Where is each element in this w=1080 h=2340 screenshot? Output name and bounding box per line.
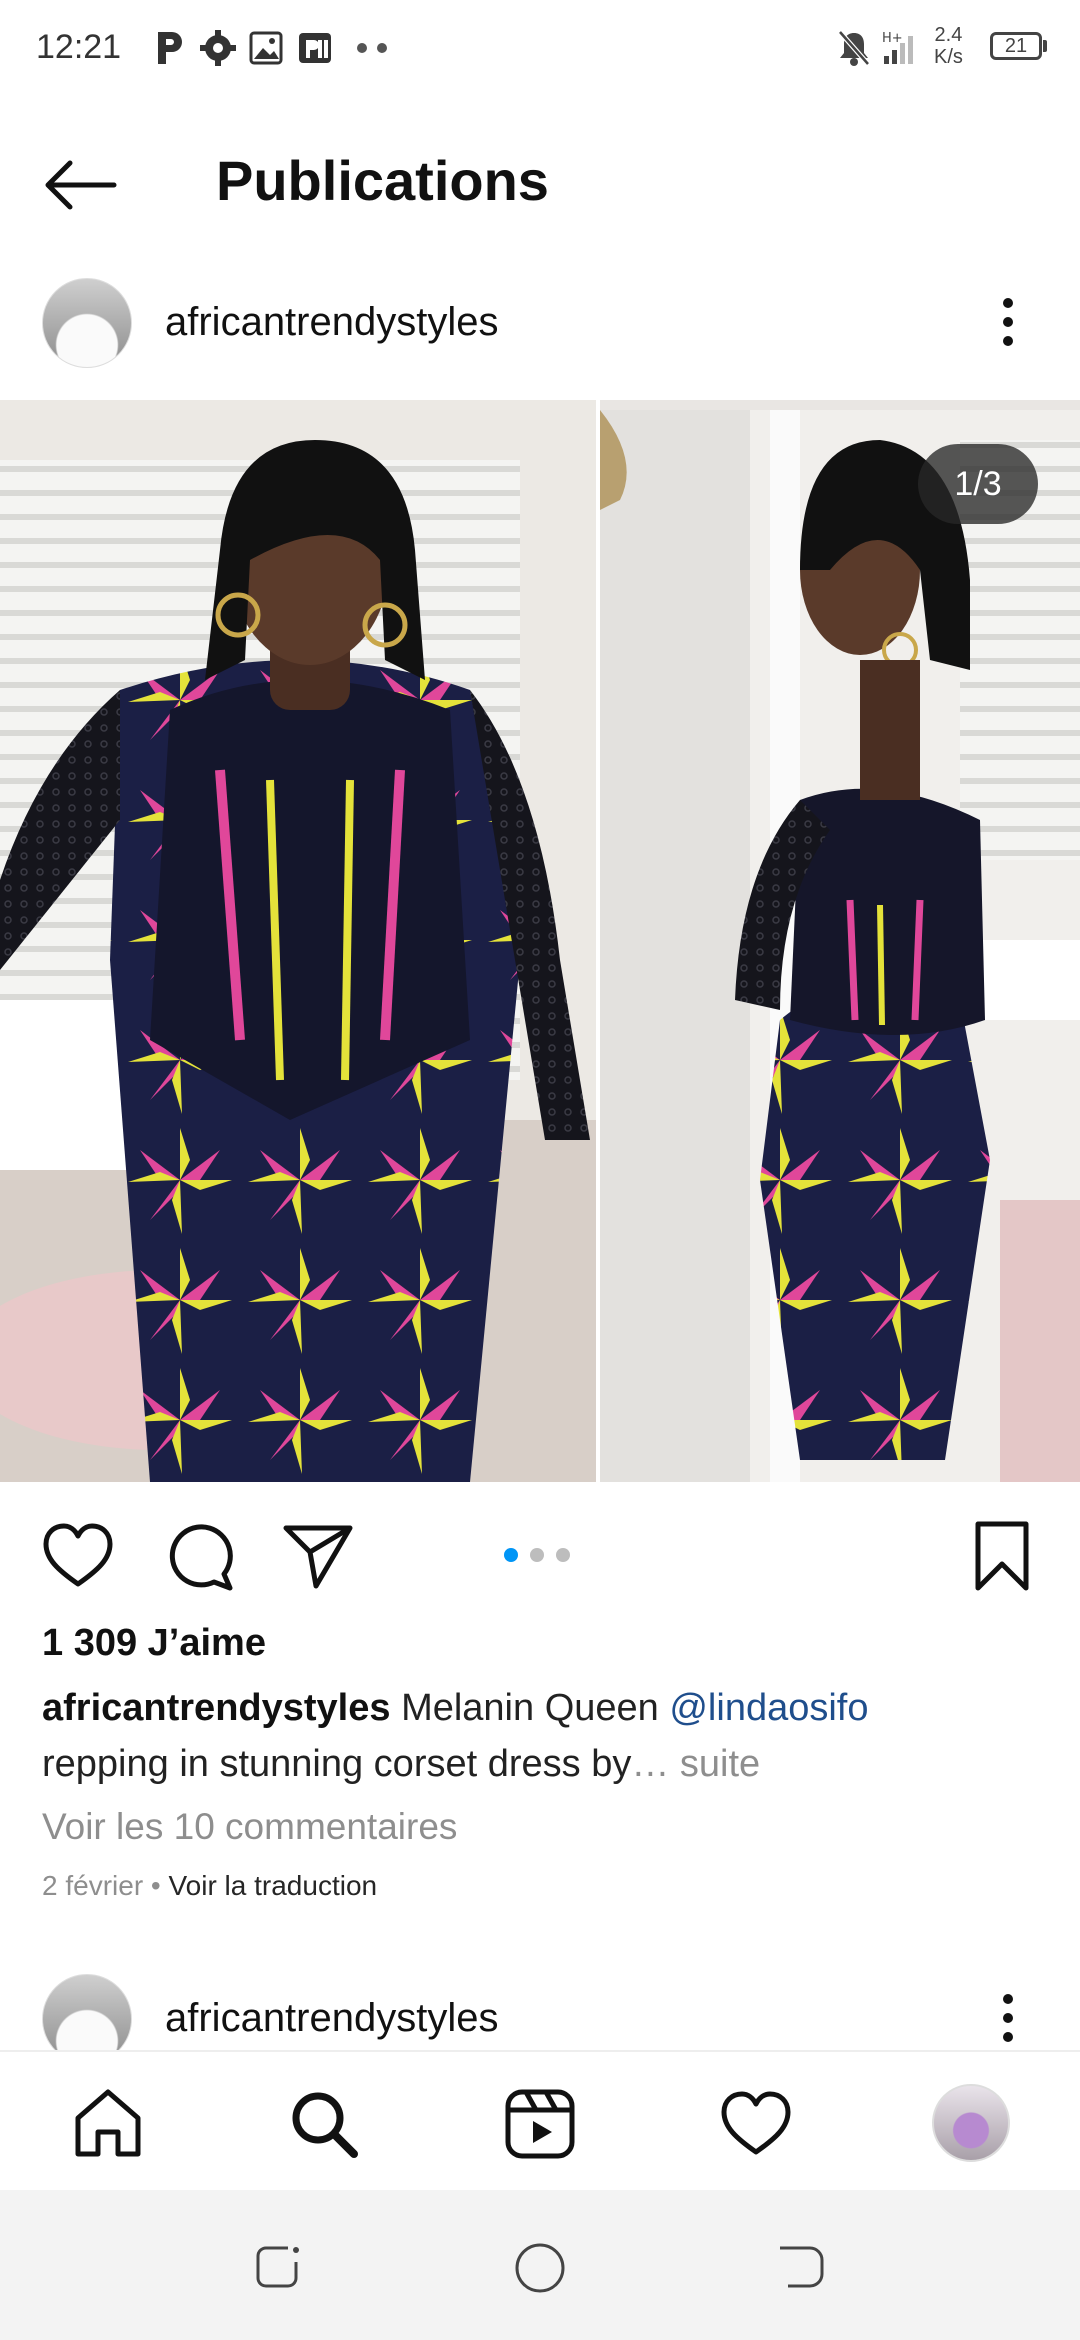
- signal-icon: H+: [882, 31, 913, 64]
- post-username[interactable]: africantrendystyles: [165, 300, 498, 345]
- comment-icon[interactable]: [158, 1516, 238, 1596]
- post-username[interactable]: africantrendystyles: [165, 1996, 498, 2041]
- recent-apps-icon[interactable]: [250, 2240, 304, 2294]
- reels-icon[interactable]: [500, 2084, 580, 2164]
- gear-icon: [200, 30, 236, 66]
- home-icon[interactable]: [68, 2084, 148, 2164]
- heart-icon[interactable]: [38, 1516, 118, 1596]
- post-meta: 2 février • Voir la traduction: [42, 1870, 377, 1902]
- post-header: africantrendystyles: [0, 258, 1080, 388]
- status-time: 12:21: [36, 28, 122, 66]
- system-navigation-bar: [0, 2190, 1080, 2340]
- back-icon[interactable]: [774, 2240, 828, 2294]
- post-date: 2 février: [42, 1870, 144, 1901]
- top-header: Publications: [0, 120, 1080, 240]
- post-caption: africantrendystyles Melanin Queen @linda…: [42, 1680, 1042, 1792]
- page-title: Publications: [216, 149, 549, 212]
- translate-link[interactable]: Voir la traduction: [169, 1870, 378, 1901]
- post-image[interactable]: [0, 400, 1080, 1482]
- caption-mention[interactable]: @lindaosifo: [669, 1687, 868, 1729]
- profile-avatar[interactable]: [932, 2084, 1010, 2162]
- caption-text: Melanin Queen: [401, 1687, 670, 1729]
- share-icon[interactable]: [278, 1516, 358, 1596]
- mute-icon: [838, 30, 870, 66]
- speed-value: 2.4: [934, 24, 963, 46]
- bookmark-icon[interactable]: [962, 1516, 1042, 1596]
- more-options-icon[interactable]: [990, 1982, 1026, 2054]
- post-actions: [0, 1500, 1080, 1610]
- battery-tip: [1043, 40, 1047, 52]
- caption-text-2: repping in stunning corset dress by: [42, 1743, 632, 1785]
- network-speed: 2.4 K/s: [934, 24, 963, 68]
- parking-icon: [158, 32, 182, 64]
- app-icon: [299, 33, 331, 63]
- image-counter-badge: 1/3: [918, 444, 1038, 524]
- image-icon: [249, 31, 283, 65]
- view-comments-link[interactable]: Voir les 10 commentaires: [42, 1806, 457, 1848]
- svg-text:H+: H+: [882, 31, 903, 46]
- post-photo: [0, 400, 1080, 1482]
- caption-more-link[interactable]: … suite: [631, 1743, 760, 1785]
- search-icon[interactable]: [284, 2084, 364, 2164]
- back-arrow-icon[interactable]: [40, 155, 120, 215]
- speed-unit: K/s: [934, 46, 963, 68]
- carousel-dot: [504, 1548, 518, 1562]
- carousel-dot: [556, 1548, 570, 1562]
- home-circle-icon[interactable]: [512, 2240, 568, 2296]
- avatar[interactable]: [42, 278, 132, 368]
- caption-username[interactable]: africantrendystyles: [42, 1687, 391, 1729]
- bottom-navigation: [0, 2050, 1080, 2192]
- more-dots-icon: [357, 43, 387, 53]
- likes-count[interactable]: 1 309 J’aime: [42, 1622, 266, 1665]
- more-options-icon[interactable]: [990, 286, 1026, 358]
- activity-heart-icon[interactable]: [716, 2084, 796, 2164]
- carousel-dot: [530, 1548, 544, 1562]
- meta-separator: •: [143, 1870, 169, 1901]
- status-bar: 12:21 H+ 2.4 K/s 21: [0, 0, 1080, 100]
- battery-indicator: 21: [990, 32, 1042, 60]
